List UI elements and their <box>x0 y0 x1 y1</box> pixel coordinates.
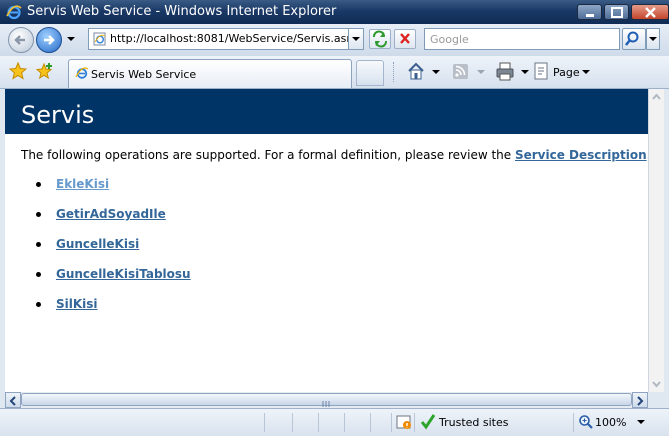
refresh-button[interactable] <box>369 29 391 49</box>
new-tab-button[interactable] <box>356 60 384 86</box>
window-title: Servis Web Service - Windows Internet Ex… <box>27 4 337 19</box>
home-button[interactable] <box>406 61 442 83</box>
operation-link-guncellekisitablosu[interactable]: GuncelleKisiTablosu <box>56 267 191 281</box>
checkmark-icon <box>420 414 436 430</box>
page-ie-icon <box>93 32 106 46</box>
operation-link-eklekisi[interactable]: EkleKisi <box>56 177 109 191</box>
address-bar[interactable]: http://localhost:8081/WebService/Servis.… <box>88 28 364 50</box>
status-divider <box>318 413 319 432</box>
scroll-right-button[interactable] <box>632 392 648 408</box>
search-input[interactable]: Google <box>424 28 620 50</box>
home-icon <box>408 62 440 80</box>
print-button[interactable] <box>495 61 531 83</box>
horizontal-scroll-thumb[interactable] <box>21 393 632 407</box>
status-divider <box>264 413 265 432</box>
chevron-down-icon <box>352 37 360 41</box>
close-icon <box>645 7 656 18</box>
minimize-button[interactable] <box>577 4 602 20</box>
zoom-icon[interactable] <box>578 414 594 430</box>
horizontal-scrollbar[interactable] <box>5 392 648 408</box>
tab-label: Servis Web Service <box>91 68 197 81</box>
chevron-down-icon <box>652 381 661 388</box>
search-placeholder: Google <box>430 33 469 46</box>
address-dropdown-button[interactable] <box>348 28 364 50</box>
minimize-icon <box>586 14 594 17</box>
status-divider <box>414 413 415 432</box>
page-content: Servis The following operations are supp… <box>5 89 648 392</box>
status-divider <box>292 413 293 432</box>
stop-button[interactable] <box>394 29 416 49</box>
address-url: http://localhost:8081/WebService/Servis.… <box>110 32 364 45</box>
history-dropdown-icon[interactable] <box>66 34 76 44</box>
chevron-right-icon <box>637 396 644 406</box>
scroll-up-button[interactable] <box>649 89 664 105</box>
back-button[interactable] <box>8 27 34 53</box>
stop-icon <box>400 33 410 44</box>
close-button[interactable] <box>631 4 669 20</box>
operation-link-guncellekisi[interactable]: GuncelleKisi <box>56 237 139 251</box>
search-icon <box>625 31 639 46</box>
chevron-down-icon <box>649 37 657 41</box>
security-zone[interactable]: Trusted sites <box>439 416 509 429</box>
forward-button[interactable] <box>36 27 62 53</box>
tab-servis-web-service[interactable]: Servis Web Service <box>68 59 352 88</box>
intro-text: The following operations are supported. … <box>21 148 648 162</box>
service-header: Servis <box>5 89 648 134</box>
ie-logo-icon <box>6 5 22 20</box>
refresh-icon <box>373 30 387 48</box>
search-button[interactable] <box>622 28 646 50</box>
forward-arrow-icon <box>44 35 55 45</box>
maximize-icon <box>611 7 623 18</box>
status-divider <box>573 413 574 432</box>
zoom-dropdown-icon[interactable] <box>636 418 646 428</box>
command-bar: Servis Web Service Page <box>0 56 669 89</box>
title-bar[interactable]: Servis Web Service - Windows Internet Ex… <box>0 0 669 24</box>
vertical-scrollbar[interactable] <box>648 89 664 392</box>
protected-mode-icon[interactable] <box>396 414 412 430</box>
back-arrow-icon <box>14 35 25 45</box>
zoom-level[interactable]: 100% <box>595 416 626 429</box>
operation-link-getiradsoyadile[interactable]: GetirAdSoyadIle <box>56 207 166 221</box>
status-divider <box>370 413 371 432</box>
intro-text-lead: The following operations are supported. … <box>21 148 515 162</box>
service-description-link[interactable]: Service Description <box>515 148 647 162</box>
scroll-left-button[interactable] <box>5 392 21 408</box>
feeds-button[interactable] <box>451 61 487 83</box>
search-options-button[interactable] <box>646 28 660 50</box>
add-favorite-icon[interactable] <box>36 62 54 80</box>
ie-tab-icon <box>75 67 89 79</box>
maximize-button[interactable] <box>604 4 629 20</box>
scrollbar-corner <box>648 392 664 408</box>
status-bar: Trusted sites 100% <box>0 408 669 436</box>
rss-feed-icon <box>453 64 485 79</box>
page-menu-label: Page <box>553 66 580 79</box>
status-divider <box>391 413 392 432</box>
ie-window: Servis Web Service - Windows Internet Ex… <box>0 0 669 436</box>
favorites-star-icon[interactable] <box>9 62 27 80</box>
printer-icon <box>496 62 529 81</box>
chevron-up-icon <box>652 93 661 100</box>
operation-link-silkisi[interactable]: SilKisi <box>56 297 98 311</box>
toolbar-grip <box>393 62 397 82</box>
page-title: Servis <box>21 101 95 129</box>
status-divider <box>344 413 345 432</box>
scroll-down-button[interactable] <box>649 376 664 392</box>
chevron-left-icon <box>9 396 16 406</box>
navigation-bar: http://localhost:8081/WebService/Servis.… <box>0 24 669 56</box>
